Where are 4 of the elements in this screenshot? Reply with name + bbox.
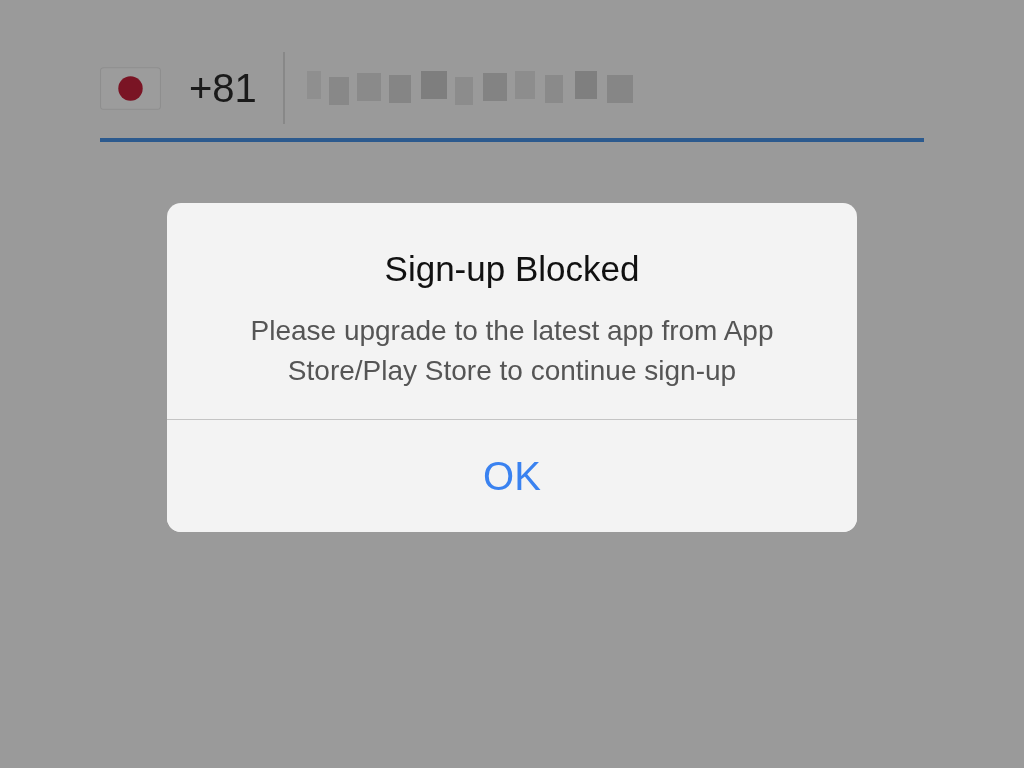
dialog-title: Sign-up Blocked xyxy=(384,249,640,289)
dialog-message: Please upgrade to the latest app from App Store/Play Store to continue sign-up xyxy=(249,314,775,388)
flag-icon xyxy=(100,66,161,110)
country-code[interactable]: +81 xyxy=(189,65,283,111)
